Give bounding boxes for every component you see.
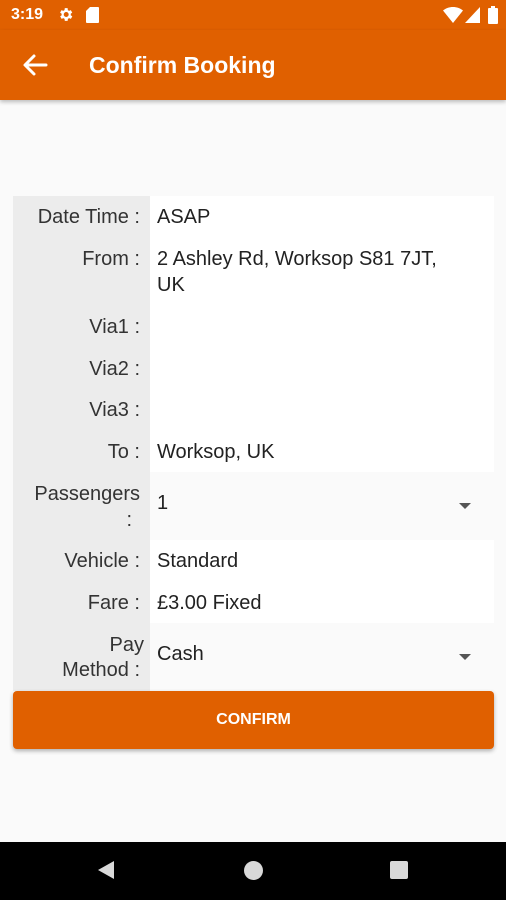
pay-method-value: Cash — [157, 643, 204, 665]
confirm-button[interactable]: CONFIRM — [13, 691, 494, 749]
status-bar: 3:19 — [0, 0, 506, 30]
chevron-down-icon — [459, 503, 471, 509]
from-value-line1: 2 Ashley Rd, Worksop S81 7JT, — [157, 248, 437, 270]
passengers-label: Passengers — [34, 483, 140, 505]
home-circle-icon[interactable] — [244, 861, 263, 880]
via2-label: Via2 : — [89, 358, 140, 380]
value-panel — [150, 196, 494, 472]
fare-value: £3.00 Fixed — [157, 592, 262, 614]
from-label: From : — [82, 248, 140, 270]
arrow-left-icon — [23, 54, 48, 76]
vehicle-label: Vehicle : — [64, 550, 140, 572]
back-triangle-icon[interactable] — [97, 860, 115, 880]
pay-method-dropdown[interactable]: Cash — [150, 623, 494, 691]
date-time-label: Date Time : — [37, 206, 140, 228]
passengers-label-colon: : — [126, 509, 132, 531]
to-value: Worksop, UK — [157, 441, 275, 463]
to-label: To : — [107, 441, 140, 463]
page-title: Confirm Booking — [89, 52, 276, 78]
passengers-dropdown[interactable]: 1 — [150, 472, 494, 540]
date-time-value: ASAP — [157, 206, 211, 228]
via1-label: Via1 : — [89, 316, 140, 338]
pay-method-label-line2: Method : — [62, 659, 140, 681]
back-button[interactable] — [20, 51, 50, 79]
passengers-value: 1 — [157, 492, 169, 514]
pay-method-label: Pay — [109, 634, 144, 656]
from-value-line2: UK — [157, 274, 185, 296]
wifi-icon — [443, 7, 463, 23]
signal-icon — [465, 7, 480, 23]
battery-icon — [488, 6, 498, 24]
via3-label: Via3 : — [89, 399, 140, 421]
recents-square-icon[interactable] — [390, 861, 408, 879]
chevron-down-icon — [459, 654, 471, 660]
fare-label: Fare : — [87, 592, 140, 614]
status-time: 3:19 — [11, 6, 44, 23]
sd-card-icon — [86, 7, 99, 23]
gear-icon — [60, 8, 73, 21]
vehicle-value: Standard — [157, 550, 239, 572]
app-bar: Confirm Booking — [0, 30, 506, 100]
